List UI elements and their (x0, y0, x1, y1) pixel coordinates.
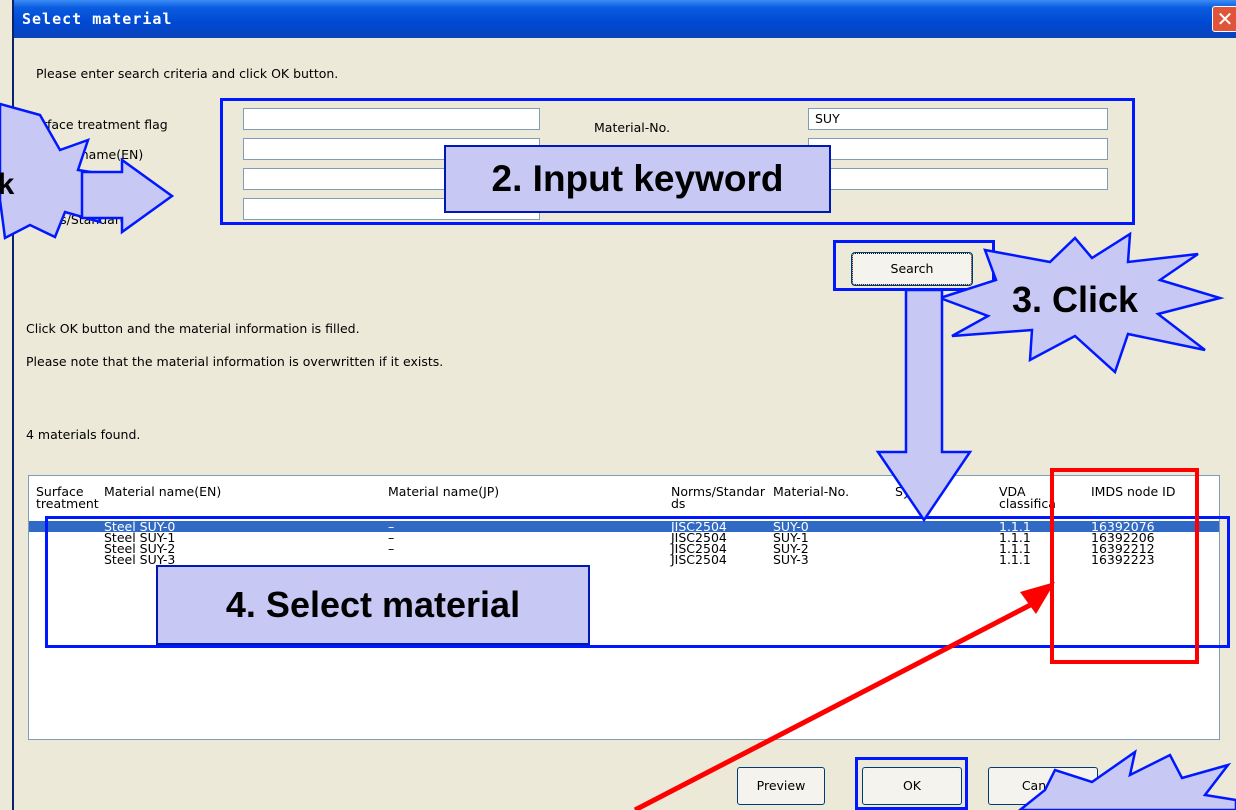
step1-label: k (0, 168, 15, 201)
step2-callout: 2. Input keyword (444, 145, 831, 213)
step4-callout: 4. Select material (156, 565, 590, 645)
step3-label: 3. Click (1011, 279, 1139, 320)
annotation-overlay (0, 102, 1236, 810)
down-arrow (875, 288, 973, 523)
step5-starburst (1017, 749, 1236, 810)
red-arrow-line (633, 597, 1042, 810)
